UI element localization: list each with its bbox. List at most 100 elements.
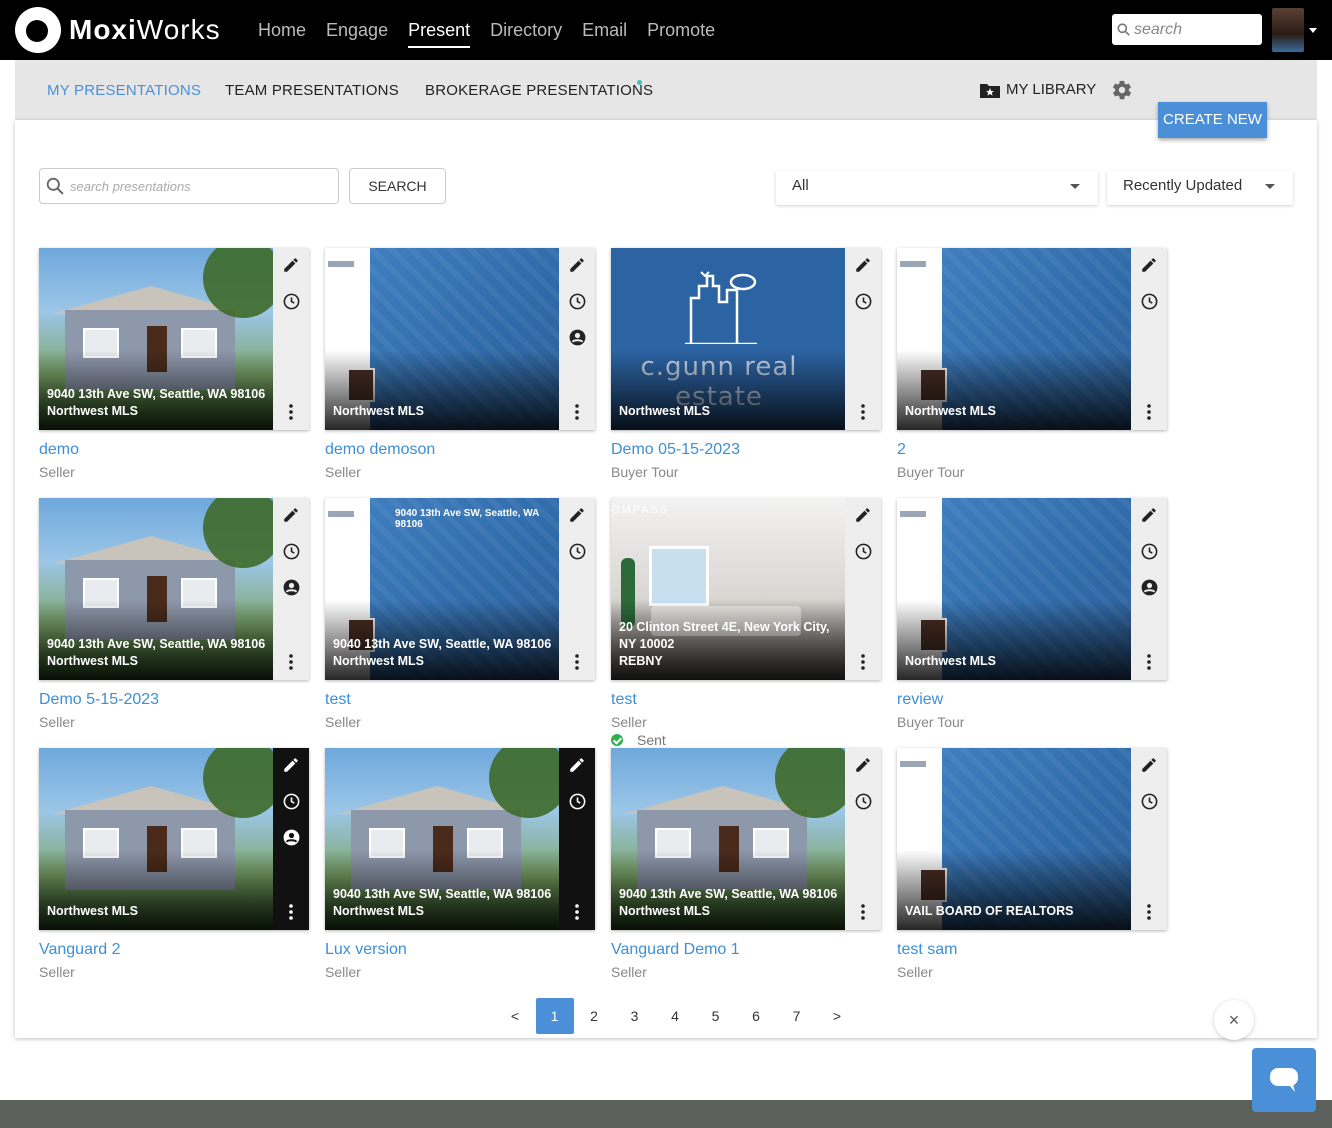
tab-brokerage-presentations[interactable]: BROKERAGE PRESENTATIONS [425,60,653,122]
user-avatar[interactable] [1272,8,1304,52]
clock-icon[interactable] [281,541,301,561]
pencil-icon[interactable] [567,505,587,525]
pagination-page-6[interactable]: 6 [736,998,776,1034]
presentation-title-link[interactable]: Lux version [325,942,595,958]
pencil-icon[interactable] [567,755,587,775]
more-vert-icon[interactable] [567,652,587,672]
clock-icon[interactable] [281,291,301,311]
presentation-title-link[interactable]: review [897,692,1167,708]
gear-icon[interactable] [1111,79,1133,101]
search-presentations-input[interactable]: search presentations [39,168,339,204]
moxiworks-logo[interactable]: MoxiWorks [15,7,221,53]
nav-link-promote[interactable]: Promote [647,0,715,60]
pagination-next[interactable]: > [817,998,857,1034]
clock-icon[interactable] [1139,791,1159,811]
more-vert-icon[interactable] [1139,402,1159,422]
person-icon[interactable] [1139,577,1159,597]
create-new-button[interactable]: CREATE NEW [1158,102,1267,138]
pagination-prev[interactable]: < [495,998,535,1034]
nav-link-directory[interactable]: Directory [490,0,562,60]
pagination-page-3[interactable]: 3 [615,998,655,1034]
chevron-down-icon[interactable] [1309,28,1317,33]
presentation-thumbnail[interactable]: Northwest MLS [897,248,1167,430]
tab-my-presentations[interactable]: MY PRESENTATIONS [47,60,201,122]
more-vert-icon[interactable] [853,652,873,672]
presentation-thumbnail[interactable]: Northwest MLS [897,498,1167,680]
pencil-icon[interactable] [1139,755,1159,775]
more-vert-icon[interactable] [281,902,301,922]
pagination-page-1[interactable]: 1 [535,998,574,1034]
clock-icon[interactable] [1139,541,1159,561]
presentation-thumbnail[interactable]: 9040 13th Ave SW, Seattle, WA 98106 9040… [325,498,595,680]
pagination-page-4[interactable]: 4 [655,998,695,1034]
presentation-title-link[interactable]: test [611,692,881,708]
card-actions [273,498,309,680]
global-search-input[interactable]: search [1112,14,1262,45]
pagination-page-5[interactable]: 5 [696,998,736,1034]
search-button[interactable]: SEARCH [349,168,446,204]
more-vert-icon[interactable] [567,902,587,922]
pencil-icon[interactable] [853,505,873,525]
clock-icon[interactable] [281,791,301,811]
person-icon[interactable] [281,827,301,847]
presentation-thumbnail[interactable]: Northwest MLS [325,248,595,430]
presentation-title-link[interactable]: test sam [897,942,1167,958]
nav-link-engage[interactable]: Engage [326,0,388,60]
presentation-thumbnail[interactable]: Northwest MLS [39,748,309,930]
clock-icon[interactable] [567,291,587,311]
clock-icon[interactable] [853,791,873,811]
close-chat-button[interactable]: × [1214,1000,1254,1040]
person-icon[interactable] [281,577,301,597]
nav-link-email[interactable]: Email [582,0,627,60]
more-vert-icon[interactable] [281,652,301,672]
presentation-title-link[interactable]: Vanguard Demo 1 [611,942,881,958]
tab-team-presentations[interactable]: TEAM PRESENTATIONS [225,60,399,122]
presentation-thumbnail[interactable]: c.gunn real estate Northwest MLS [611,248,881,430]
more-vert-icon[interactable] [1139,902,1159,922]
presentation-thumbnail[interactable]: 9040 13th Ave SW, Seattle, WA 98106 North… [325,748,595,930]
pagination-page-7[interactable]: 7 [777,998,817,1034]
pencil-icon[interactable] [281,505,301,525]
sort-select[interactable]: Recently Updated [1107,171,1293,205]
pencil-icon[interactable] [281,755,301,775]
type-filter-select[interactable]: All [776,171,1098,205]
pencil-icon[interactable] [1139,255,1159,275]
pagination-page-2[interactable]: 2 [574,998,614,1034]
more-vert-icon[interactable] [853,402,873,422]
clock-icon[interactable] [853,541,873,561]
presentation-title-link[interactable]: 2 [897,442,1167,458]
presentation-thumbnail[interactable]: 9040 13th Ave SW, Seattle, WA 98106 North… [611,748,881,930]
person-icon[interactable] [567,327,587,347]
presentation-title-link[interactable]: Demo 05-15-2023 [611,442,881,458]
pencil-icon[interactable] [567,255,587,275]
presentation-thumbnail[interactable]: 9040 13th Ave SW, Seattle, WA 98106 North… [39,248,309,430]
sent-status: Sent [611,732,881,748]
clock-icon[interactable] [1139,291,1159,311]
more-vert-icon[interactable] [853,902,873,922]
more-vert-icon[interactable] [281,402,301,422]
pencil-icon[interactable] [1139,505,1159,525]
presentation-title-link[interactable]: test [325,692,595,708]
clock-icon[interactable] [567,541,587,561]
clock-icon[interactable] [853,291,873,311]
more-vert-icon[interactable] [1139,652,1159,672]
presentation-title-link[interactable]: demo [39,442,309,458]
presentation-thumbnail[interactable]: OMPASS 20 Clinton Street 4E, New York Ci… [611,498,881,680]
clock-icon[interactable] [567,791,587,811]
presentation-thumbnail[interactable]: VAIL BOARD OF REALTORS [897,748,1167,930]
pencil-icon[interactable] [853,255,873,275]
presentation-thumbnail[interactable]: 9040 13th Ave SW, Seattle, WA 98106 North… [39,498,309,680]
nav-link-present[interactable]: Present [408,0,471,60]
my-library-link[interactable]: MY LIBRARY [980,60,1096,120]
card-actions [1131,748,1167,930]
presentation-title-link[interactable]: Vanguard 2 [39,942,309,958]
pencil-icon[interactable] [281,255,301,275]
presentation-card: 9040 13th Ave SW, Seattle, WA 98106 North… [39,248,309,480]
card-caption: 20 Clinton Street 4E, New York City, NY … [619,619,841,670]
nav-link-home[interactable]: Home [258,0,306,60]
presentation-title-link[interactable]: Demo 5-15-2023 [39,692,309,708]
pencil-icon[interactable] [853,755,873,775]
presentation-title-link[interactable]: demo demoson [325,442,595,458]
chat-button[interactable] [1252,1048,1316,1112]
more-vert-icon[interactable] [567,402,587,422]
